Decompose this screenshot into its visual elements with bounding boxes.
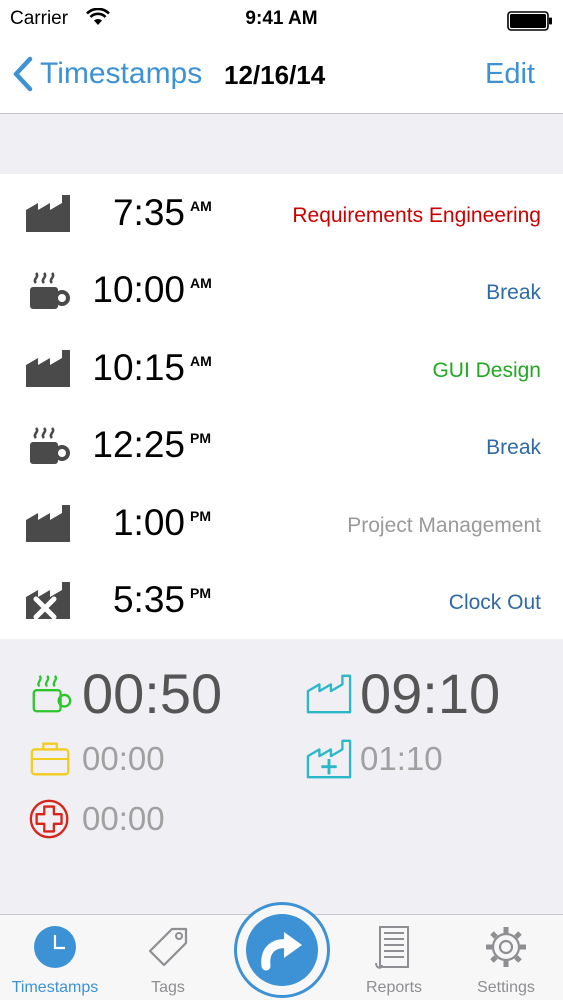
summary-overtime-value: 01:10	[360, 740, 443, 777]
tab-settings[interactable]: Settings	[451, 915, 561, 1000]
summary-sick-value: 00:00	[82, 800, 165, 837]
clock-out-icon	[26, 582, 70, 620]
briefcase-icon	[30, 742, 70, 776]
factory-icon	[26, 350, 70, 387]
tab-timestamps-label: Timestamps	[11, 979, 99, 996]
factory-icon	[26, 505, 70, 542]
list-item[interactable]: 10:15 AM GUI Design	[0, 329, 563, 406]
timestamp-time: 5:35	[112, 579, 185, 620]
coffee-cup-icon	[30, 427, 70, 464]
list-item[interactable]: 12:25 PM Break	[0, 406, 563, 483]
timestamp-ampm: AM	[190, 275, 212, 291]
list-item[interactable]: 1:00 PM Project Management	[0, 484, 563, 561]
tab-timestamps[interactable]: Timestamps	[0, 915, 110, 1000]
timestamp-time: 10:15	[92, 347, 185, 388]
timestamp-time: 1:00	[112, 502, 185, 543]
summary-work: 09:10	[306, 661, 500, 726]
timestamp-ampm: PM	[190, 430, 211, 446]
back-button[interactable]: Timestamps	[12, 56, 202, 92]
tab-tags-label: Tags	[151, 979, 185, 996]
tab-settings-label: Settings	[477, 979, 535, 996]
timestamp-time: 10:00	[92, 269, 185, 310]
timestamp-ampm: PM	[190, 585, 211, 601]
summary-sick: 00:00	[28, 797, 165, 841]
clock-icon	[34, 926, 76, 968]
timestamp-ampm: PM	[190, 508, 211, 524]
stamp-button-face	[246, 914, 318, 986]
report-icon	[375, 926, 409, 969]
battery-icon	[507, 11, 553, 36]
factory-icon	[306, 674, 352, 713]
redo-arrow-icon	[261, 932, 302, 971]
navigation-bar: Timestamps 12/16/14 Edit	[0, 40, 563, 114]
status-bar: Carrier 9:41 AM	[0, 0, 563, 40]
timestamp-ampm: AM	[190, 198, 212, 214]
timestamp-tag: Requirements Engineering	[292, 204, 541, 227]
timestamp-tag: Clock Out	[448, 591, 541, 614]
summary-break-value: 00:50	[82, 662, 223, 725]
list-item[interactable]: 10:00 AM Break	[0, 251, 563, 328]
tab-tags[interactable]: Tags	[113, 915, 223, 1000]
timestamp-time: 12:25	[92, 424, 185, 465]
edit-button[interactable]: Edit	[485, 58, 535, 91]
factory-plus-icon	[306, 739, 352, 779]
summary-panel: 00:50 09:10 00:00 01:10 00:00	[0, 639, 563, 914]
tab-reports-label: Reports	[365, 979, 423, 996]
summary-break: 00:50	[28, 661, 222, 726]
timestamp-tag: Break	[486, 281, 541, 304]
status-time: 9:41 AM	[245, 8, 318, 29]
list-item[interactable]: 5:35 PM Clock Out	[0, 561, 563, 638]
tab-reports[interactable]: Reports	[339, 915, 449, 1000]
timestamp-tag: GUI Design	[432, 359, 541, 382]
back-button-label: Timestamps	[40, 57, 203, 90]
summary-vacation-value: 00:00	[82, 740, 165, 777]
list-item[interactable]: 7:35 AM Requirements Engineering	[0, 174, 563, 251]
factory-icon	[26, 195, 70, 232]
timestamp-tag: Project Management	[347, 514, 541, 537]
summary-overtime: 01:10	[306, 737, 443, 781]
summary-work-value: 09:10	[360, 662, 501, 725]
coffee-cup-icon	[32, 674, 72, 712]
stamp-button[interactable]	[234, 902, 330, 998]
summary-vacation: 00:00	[28, 737, 165, 781]
medical-cross-icon	[29, 799, 69, 839]
timestamp-list: 7:35 AM Requirements Engineering 10:00 A…	[0, 174, 563, 639]
chevron-left-icon	[13, 56, 33, 92]
timestamp-ampm: AM	[190, 353, 212, 369]
page-title: 12/16/14	[224, 60, 326, 90]
timestamp-tag: Break	[486, 436, 541, 459]
gear-icon	[486, 927, 526, 967]
tag-icon	[148, 927, 188, 967]
coffee-cup-icon	[30, 272, 70, 309]
timestamp-time: 7:35	[112, 192, 185, 233]
